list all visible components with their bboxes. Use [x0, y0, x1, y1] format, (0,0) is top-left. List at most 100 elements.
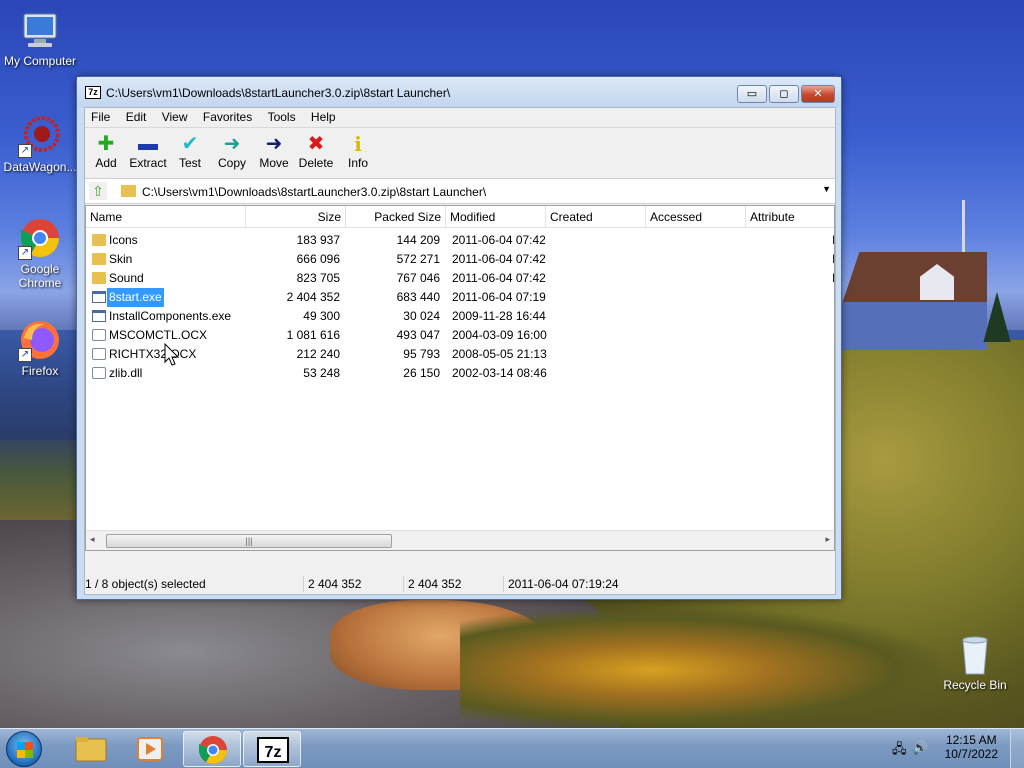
- add-label: Add: [95, 156, 117, 170]
- close-button[interactable]: ✕: [801, 85, 835, 103]
- test-label: Test: [178, 156, 201, 170]
- file-size: 53 248: [303, 366, 340, 380]
- file-modified: 2011-06-04 07:42: [452, 233, 546, 247]
- column-name[interactable]: Name: [86, 206, 246, 228]
- taskbar-7zip[interactable]: 7z: [243, 731, 301, 767]
- wallpaper-flowers: [460, 610, 940, 730]
- desktop-icon-label: Google Chrome: [18, 262, 62, 290]
- extract-label: Extract: [129, 156, 167, 170]
- file-row[interactable]: MSCOMCTL.OCX 1 081 616 493 047 2004-03-09 1…: [86, 326, 834, 345]
- file-modified: 2002-03-14 08:46: [452, 366, 547, 380]
- status-modified: 2011-06-04 07:19:24: [508, 577, 619, 591]
- file-size: 666 096: [296, 252, 340, 266]
- file-name: Icons: [109, 233, 138, 247]
- maximize-button[interactable]: ◻: [769, 85, 799, 103]
- column-size[interactable]: Size: [246, 206, 346, 228]
- file-name: MSCOMCTL.OCX: [109, 328, 208, 342]
- shortcut-arrow-icon: ↗: [18, 144, 32, 158]
- up-folder-icon[interactable]: ⇧: [89, 182, 107, 200]
- file-modified: 2008-05-05 21:13: [452, 347, 547, 361]
- dll-file-icon: [92, 329, 106, 341]
- address-path[interactable]: C:\Users\vm1\Downloads\8startLauncher3.0…: [142, 185, 486, 199]
- 7zip-icon: 7z: [257, 737, 289, 763]
- clock-time: 12:15 AM: [945, 733, 997, 747]
- file-size: 2 404 352: [286, 290, 340, 304]
- wallpaper-house: [842, 252, 987, 352]
- file-row[interactable]: Skin 666 096 572 271 2011-06-04 07:42 I: [86, 250, 834, 269]
- file-packed: 572 271: [396, 252, 440, 266]
- file-row[interactable]: RICHTX32.OCX 212 240 95 793 2008-05-05 21:1…: [86, 345, 834, 364]
- scroll-left-icon[interactable]: ◂: [90, 534, 95, 545]
- taskbar-explorer[interactable]: [62, 731, 120, 767]
- file-size: 183 937: [296, 233, 340, 247]
- clock-date: 10/7/2022: [944, 747, 998, 761]
- start-button[interactable]: [6, 731, 42, 767]
- column-attributes[interactable]: Attribute: [746, 206, 834, 228]
- extract-button[interactable]: ▬ Extract: [127, 132, 169, 170]
- file-row[interactable]: zlib.dll 53 248 26 150 2002-03-14 08:46: [86, 364, 834, 383]
- file-name: InstallComponents.exe: [109, 309, 232, 323]
- horizontal-scrollbar[interactable]: ◂ ||| ▸: [86, 530, 834, 550]
- file-size: 823 705: [296, 271, 340, 285]
- column-accessed[interactable]: Accessed: [646, 206, 746, 228]
- add-button[interactable]: ✚ Add: [85, 132, 127, 170]
- status-size: 2 404 352: [308, 577, 362, 591]
- copy-label: Copy: [217, 156, 246, 170]
- column-packed-size[interactable]: Packed Size: [346, 206, 446, 228]
- menu-file[interactable]: File: [85, 108, 116, 126]
- volume-icon[interactable]: 🔊: [912, 740, 928, 756]
- scroll-thumb[interactable]: |||: [106, 534, 392, 548]
- file-attr: I: [832, 250, 834, 269]
- minimize-button[interactable]: ▭: [737, 85, 767, 103]
- desktop-icon-datawagon[interactable]: ↗ DataWagon...: [0, 114, 80, 174]
- file-name: Skin: [109, 252, 133, 266]
- file-name: Sound: [109, 271, 144, 285]
- file-packed: 26 150: [403, 366, 440, 380]
- file-row[interactable]: Icons 183 937 144 209 2011-06-04 07:42 I: [86, 231, 834, 250]
- windows-logo-icon: [17, 742, 33, 758]
- file-list: Name Size Packed Size Modified Created A…: [85, 205, 835, 551]
- desktop-icon-label: My Computer: [3, 54, 77, 68]
- menu-tools[interactable]: Tools: [262, 108, 302, 126]
- menu-help[interactable]: Help: [305, 108, 342, 126]
- column-modified[interactable]: Modified: [446, 206, 546, 228]
- file-row-selected[interactable]: 8start.exe 2 404 352 683 440 2011-06-04 07:…: [86, 288, 834, 307]
- file-row[interactable]: Sound 823 705 767 046 2011-06-04 07:42 I: [86, 269, 834, 288]
- scroll-right-icon[interactable]: ▸: [825, 534, 830, 545]
- network-icon[interactable]: 🖧: [892, 740, 907, 762]
- desktop-icon-my-computer[interactable]: My Computer: [0, 8, 80, 68]
- dll-file-icon: [92, 367, 106, 379]
- desktop-icon-firefox[interactable]: ↗ Firefox: [0, 318, 80, 378]
- info-icon: i: [354, 132, 362, 156]
- chrome-icon: [199, 736, 227, 764]
- move-button[interactable]: ➜ Move: [253, 132, 295, 170]
- delete-button[interactable]: ✖ Delete: [295, 132, 337, 170]
- address-dropdown-icon[interactable]: ▼: [822, 184, 831, 194]
- menu-favorites[interactable]: Favorites: [197, 108, 258, 126]
- desktop-icon-google-chrome[interactable]: ↗ Google Chrome: [0, 216, 80, 290]
- clock[interactable]: 12:15 AM 10/7/2022: [945, 733, 998, 761]
- info-label: Info: [347, 156, 368, 170]
- show-desktop-button[interactable]: [1010, 729, 1024, 768]
- desktop-icon-label: Firefox: [21, 364, 59, 378]
- menubar: File Edit View Favorites Tools Help: [85, 108, 835, 126]
- taskbar-chrome[interactable]: [183, 731, 241, 767]
- minus-icon: ▬: [138, 133, 158, 155]
- svg-text:7z: 7z: [265, 744, 282, 761]
- column-created[interactable]: Created: [546, 206, 646, 228]
- info-button[interactable]: i Info: [337, 132, 379, 170]
- test-button[interactable]: ✔ Test: [169, 132, 211, 170]
- menu-edit[interactable]: Edit: [120, 108, 153, 126]
- file-packed: 683 440: [396, 290, 440, 304]
- taskbar-media-player[interactable]: [122, 731, 180, 767]
- file-row[interactable]: InstallComponents.exe 49 300 30 024 2009-11…: [86, 307, 834, 326]
- 7zip-window: 7z C:\Users\vm1\Downloads\8startLauncher…: [76, 76, 842, 600]
- desktop-icon-recycle-bin[interactable]: Recycle Bin: [935, 632, 1015, 692]
- plus-icon: ✚: [97, 133, 115, 155]
- window-titlebar[interactable]: 7z C:\Users\vm1\Downloads\8startLauncher…: [77, 77, 841, 107]
- status-divider: [303, 576, 304, 592]
- delete-label: Delete: [298, 156, 334, 170]
- menu-view[interactable]: View: [156, 108, 194, 126]
- folder-icon: [92, 253, 106, 265]
- copy-button[interactable]: ➜ Copy: [211, 132, 253, 170]
